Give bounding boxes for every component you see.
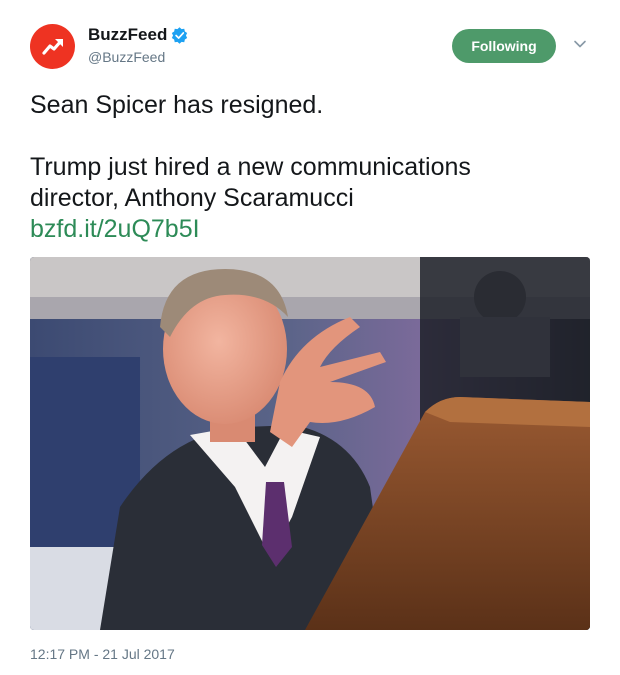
tweet-text-line: director, Anthony Scaramucci [30, 184, 354, 212]
tweet-header: BuzzFeed @BuzzFeed Following [30, 22, 600, 72]
tweet-card: BuzzFeed @BuzzFeed Following Sean Spicer… [0, 0, 620, 675]
tweet-timestamp[interactable]: 12:17 PM - 21 Jul 2017 [30, 646, 175, 662]
tweet-link[interactable]: bzfd.it/2uQ7b5I [30, 215, 200, 243]
handle[interactable]: @BuzzFeed [88, 49, 188, 65]
tweet-photo[interactable] [30, 257, 590, 630]
account-names: BuzzFeed @BuzzFeed [88, 24, 188, 65]
chevron-down-icon[interactable] [572, 36, 588, 52]
tweet-text-line: Sean Spicer has resigned. [30, 91, 324, 119]
following-button[interactable]: Following [452, 29, 556, 63]
avatar[interactable] [30, 24, 75, 69]
buzzfeed-trending-arrow-icon [41, 38, 63, 55]
tweet-text: Sean Spicer has resigned. Trump just hir… [30, 90, 590, 245]
verified-badge-icon [171, 26, 188, 44]
display-name[interactable]: BuzzFeed [88, 25, 167, 45]
tweet-text-line: Trump just hired a new communications [30, 153, 471, 181]
